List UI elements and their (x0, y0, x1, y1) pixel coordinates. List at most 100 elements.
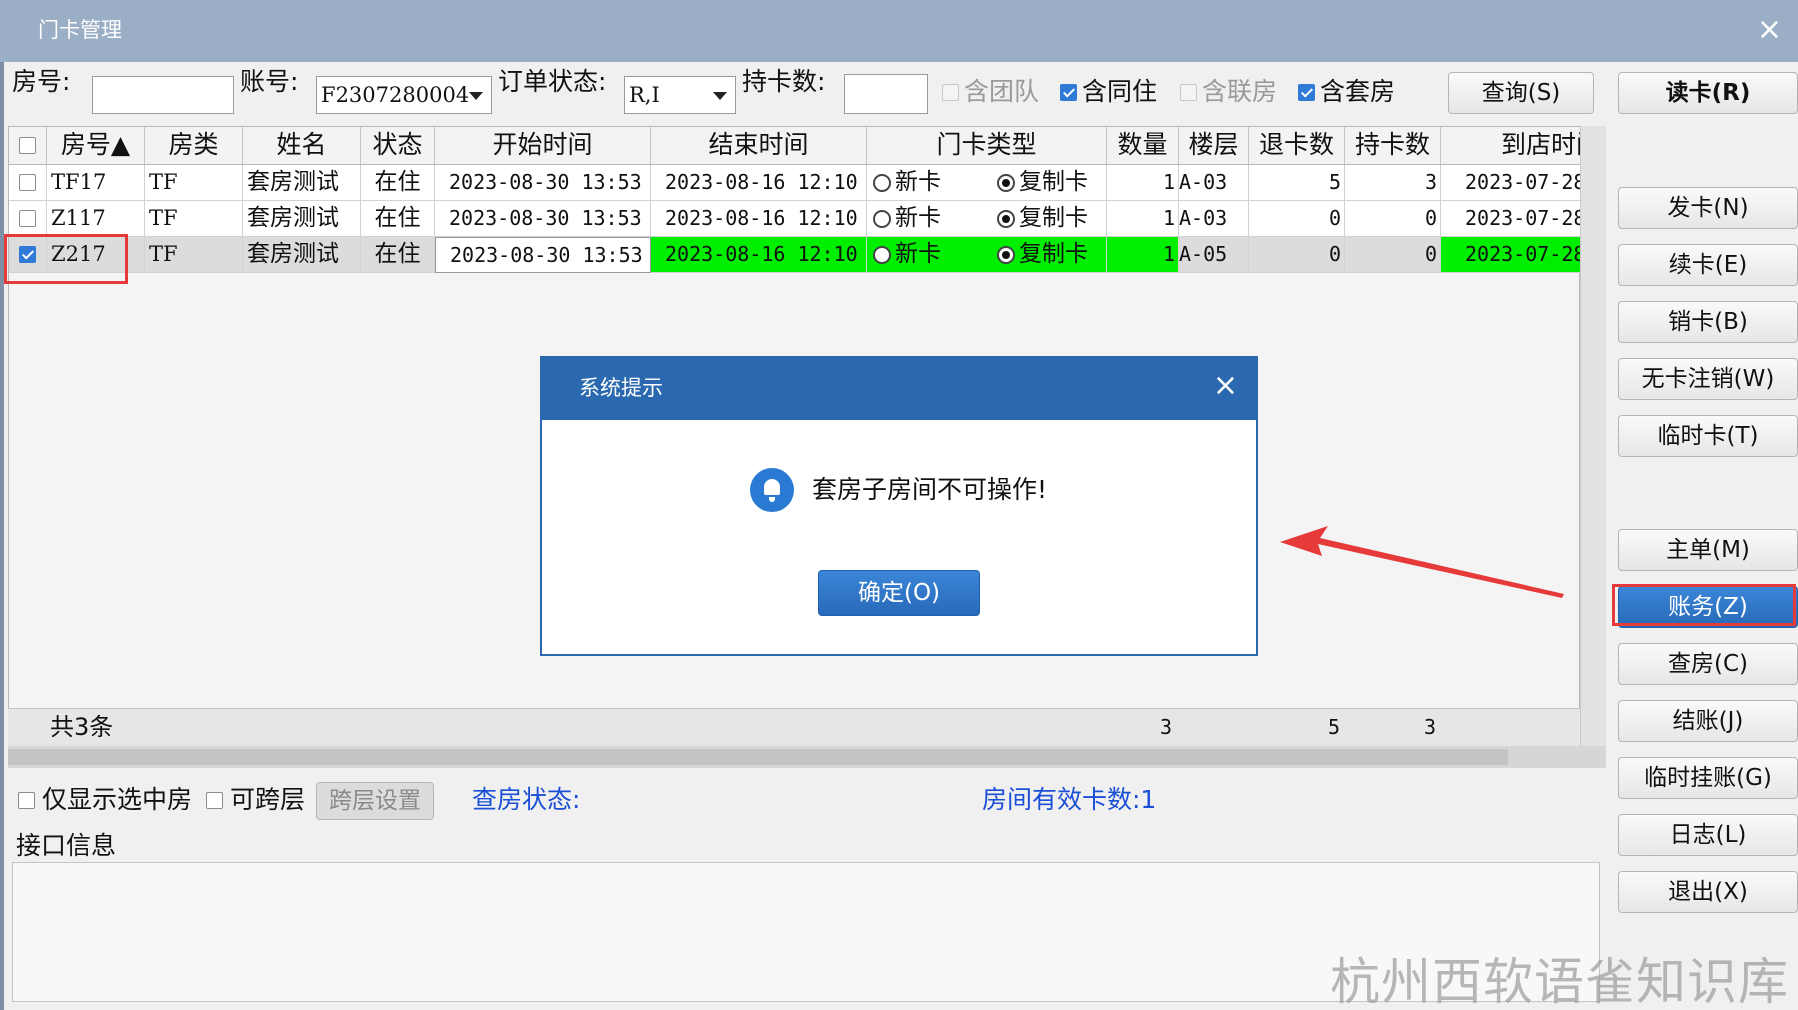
grid-vertical-scrollbar[interactable] (1580, 126, 1606, 746)
bell-icon (750, 468, 794, 512)
account-label: 账号: (240, 67, 299, 96)
cell-room-type: TF (145, 201, 243, 237)
cell-held: 0 (1345, 201, 1441, 237)
copy-card-radio[interactable] (997, 174, 1015, 192)
issue-card-button[interactable]: 发卡(N) (1618, 187, 1798, 229)
only-selected-label: 仅显示选中房 (42, 785, 193, 814)
cell-start-time: 2023-08-30 13:53 (435, 165, 651, 201)
total-count: 共3条 (50, 713, 114, 741)
include-cohabit-checkbox[interactable] (1060, 84, 1077, 101)
interface-info-label: 接口信息 (16, 831, 117, 860)
table-row-selected[interactable]: Z217 TF 套房测试 在住 2023-08-30 13:53 2023-08… (9, 237, 1581, 273)
cell-start-time: 2023-08-30 13:53 (435, 201, 651, 237)
query-button[interactable]: 查询(S) (1448, 72, 1594, 114)
include-cohabit-label: 含同住 (1082, 77, 1158, 106)
include-group-label: 含团队 (964, 77, 1040, 106)
new-card-radio[interactable] (873, 210, 891, 228)
header-name[interactable]: 姓名 (243, 127, 361, 165)
copy-card-radio[interactable] (997, 210, 1015, 228)
selected-room-highlight-box (4, 234, 128, 284)
header-room-type[interactable]: 房类 (145, 127, 243, 165)
cell-returned: 0 (1249, 237, 1345, 273)
header-arrival[interactable]: 到店时间 (1441, 127, 1581, 165)
held-sum: 3 (1424, 715, 1437, 739)
system-prompt-dialog: 系统提示 × 套房子房间不可操作! 确定(O) (540, 356, 1258, 656)
copy-card-radio[interactable] (997, 246, 1015, 264)
window-close-icon[interactable]: × (1757, 12, 1782, 48)
include-linked-label: 含联房 (1202, 77, 1278, 106)
new-card-label: 新卡 (895, 169, 941, 195)
grid-horizontal-scrollbar[interactable] (8, 746, 1606, 768)
include-linked-checkbox[interactable] (1180, 84, 1197, 101)
chevron-down-icon[interactable] (469, 92, 483, 100)
cell-card-type: 新卡 复制卡 (867, 165, 1107, 201)
only-selected-checkbox[interactable] (18, 792, 35, 809)
cell-room: TF17 (47, 165, 145, 201)
check-status-label: 查房状态: (472, 785, 581, 814)
header-card-type[interactable]: 门卡类型 (867, 127, 1107, 165)
header-returned[interactable]: 退卡数 (1249, 127, 1345, 165)
cell-start-time: 2023-08-30 13:53 (435, 237, 651, 273)
chevron-down-icon[interactable] (713, 92, 727, 100)
new-card-label: 新卡 (895, 205, 941, 231)
temp-hold-button[interactable]: 临时挂账(G) (1618, 757, 1798, 799)
room-label: 房号: (12, 67, 71, 96)
read-card-button[interactable]: 读卡(R) (1618, 72, 1798, 114)
exit-button[interactable]: 退出(X) (1618, 871, 1798, 913)
horizontal-scroll-thumb[interactable] (8, 749, 1508, 765)
cell-quantity: 1 (1107, 237, 1179, 273)
dialog-titlebar: 系统提示 × (542, 358, 1256, 420)
dialog-close-icon[interactable]: × (1213, 368, 1238, 403)
log-button[interactable]: 日志(L) (1618, 814, 1798, 856)
card-count-input[interactable] (844, 74, 928, 114)
header-floor[interactable]: 楼层 (1179, 127, 1249, 165)
check-room-button[interactable]: 查房(C) (1618, 643, 1798, 685)
renew-card-button[interactable]: 续卡(E) (1618, 244, 1798, 286)
select-all-checkbox[interactable] (19, 137, 36, 154)
header-held[interactable]: 持卡数 (1345, 127, 1441, 165)
new-card-radio[interactable] (873, 174, 891, 192)
cell-arrival: 2023-07-28 (1441, 165, 1581, 201)
cell-returned: 0 (1249, 201, 1345, 237)
cross-floor-checkbox[interactable] (206, 792, 223, 809)
dialog-title: 系统提示 (579, 376, 663, 400)
window-title: 门卡管理 (38, 18, 122, 42)
cross-floor-settings-button[interactable]: 跨层设置 (316, 782, 434, 820)
temp-card-button[interactable]: 临时卡(T) (1618, 415, 1798, 457)
no-card-cancel-button[interactable]: 无卡注销(W) (1618, 358, 1798, 400)
cancel-card-button[interactable]: 销卡(B) (1618, 301, 1798, 343)
header-quantity[interactable]: 数量 (1107, 127, 1179, 165)
cell-name: 套房测试 (243, 201, 361, 237)
cell-arrival: 2023-07-28 (1441, 201, 1581, 237)
row-checkbox[interactable] (19, 210, 36, 227)
header-start-time[interactable]: 开始时间 (435, 127, 651, 165)
new-card-radio[interactable] (873, 246, 891, 264)
account-combo[interactable]: F2307280004 (316, 76, 492, 114)
include-suite-checkbox[interactable] (1298, 84, 1315, 101)
checkout-button[interactable]: 结账(J) (1618, 700, 1798, 742)
include-group-checkbox[interactable] (942, 84, 959, 101)
header-room[interactable]: 房号▲ (47, 127, 145, 165)
annotation-arrow (1280, 526, 1564, 598)
cross-floor-label: 可跨层 (230, 785, 306, 814)
cell-quantity: 1 (1107, 201, 1179, 237)
room-input[interactable] (92, 76, 234, 114)
quantity-sum: 3 (1160, 715, 1173, 739)
header-end-time[interactable]: 结束时间 (651, 127, 867, 165)
main-bill-button[interactable]: 主单(M) (1618, 529, 1798, 571)
copy-card-label: 复制卡 (1019, 205, 1088, 231)
cell-floor: A-03 (1179, 201, 1249, 237)
cell-card-type: 新卡 复制卡 (867, 237, 1107, 273)
table-row[interactable]: TF17 TF 套房测试 在住 2023-08-30 13:53 2023-08… (9, 165, 1581, 201)
order-status-combo[interactable]: R,I (624, 76, 736, 114)
cell-name: 套房测试 (243, 237, 361, 273)
order-status-value: R,I (629, 83, 660, 107)
dialog-ok-button[interactable]: 确定(O) (818, 570, 980, 616)
table-row[interactable]: Z117 TF 套房测试 在住 2023-08-30 13:53 2023-08… (9, 201, 1581, 237)
header-status[interactable]: 状态 (361, 127, 435, 165)
cell-name: 套房测试 (243, 165, 361, 201)
new-card-label: 新卡 (895, 241, 941, 267)
row-checkbox[interactable] (19, 174, 36, 191)
cell-returned: 5 (1249, 165, 1345, 201)
cell-room: Z117 (47, 201, 145, 237)
